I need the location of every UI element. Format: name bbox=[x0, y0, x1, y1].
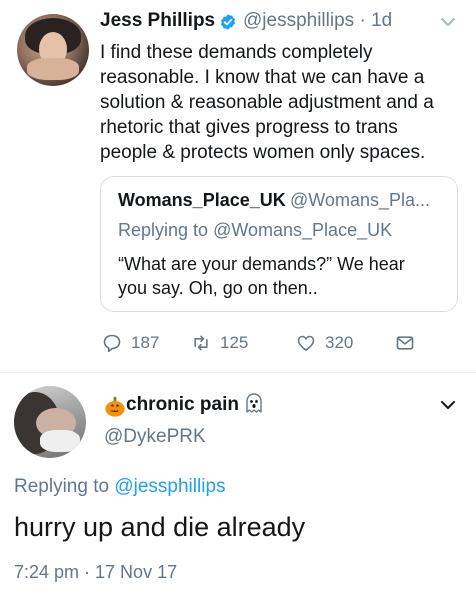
tweet-text-line: I find these demands completely bbox=[100, 42, 373, 63]
retweet-button[interactable]: 125 bbox=[191, 330, 248, 356]
ghost-icon bbox=[246, 393, 262, 413]
quoted-text-line: you say. Oh, go on then.. bbox=[118, 278, 318, 298]
chevron-down-icon[interactable] bbox=[440, 17, 456, 27]
retweet-count: 125 bbox=[220, 333, 249, 352]
tweet-text-line: people & protects women only spaces. bbox=[100, 142, 426, 163]
like-count: 320 bbox=[325, 333, 354, 352]
reply-text: hurry up and die already bbox=[14, 512, 306, 542]
heart-icon bbox=[297, 335, 315, 351]
chevron-down-icon[interactable] bbox=[440, 400, 456, 410]
quoted-tweet-text: “What are your demands?” We hear you say… bbox=[118, 252, 448, 300]
reply-author-name[interactable]: chronic pain bbox=[126, 394, 239, 416]
envelope-icon bbox=[396, 336, 414, 350]
reply-timestamp[interactable]: 7:24 pm · 17 Nov 17 bbox=[14, 562, 177, 583]
like-button[interactable]: 320 bbox=[296, 330, 353, 356]
tweet-divider bbox=[0, 372, 476, 373]
jack-o-lantern-icon bbox=[105, 396, 125, 417]
quoted-author-handle: @Womans_Pla... bbox=[290, 190, 430, 210]
replying-to-mention-link[interactable]: @jessphillips bbox=[114, 476, 225, 497]
reply-author-handle[interactable]: @DykePRK bbox=[104, 426, 206, 448]
tweet-author-handle[interactable]: @jessphillips · 1d bbox=[243, 10, 392, 32]
tweet-text: I find these demands completely reasonab… bbox=[100, 40, 465, 165]
reply-count: 187 bbox=[131, 333, 160, 352]
quoted-text-line: “What are your demands?” We hear bbox=[118, 254, 405, 274]
direct-message-button[interactable] bbox=[395, 330, 415, 356]
retweet-icon bbox=[194, 335, 208, 351]
tweet-text-line: solution & reasonable adjustment and a bbox=[100, 92, 434, 113]
verified-badge-icon bbox=[220, 14, 236, 30]
avatar-chronic-pain[interactable] bbox=[14, 386, 86, 458]
reply-button[interactable]: 187 bbox=[102, 330, 159, 356]
tweet-text-line: reasonable. I know that we can have a bbox=[100, 67, 425, 88]
tweet-author-name[interactable]: Jess Phillips bbox=[100, 10, 215, 32]
tweet-action-bar: 187 125 320 bbox=[100, 330, 440, 356]
reply-icon bbox=[103, 334, 121, 353]
avatar-jess-phillips[interactable] bbox=[17, 14, 89, 86]
replying-to: Replying to @jessphillips bbox=[14, 476, 226, 497]
quoted-author-name: Womans_Place_UK bbox=[118, 190, 286, 210]
quoted-replying-to: Replying to @Womans_Place_UK bbox=[118, 220, 393, 240]
tweet-text-line: rhetoric that gives progress to trans bbox=[100, 117, 398, 138]
